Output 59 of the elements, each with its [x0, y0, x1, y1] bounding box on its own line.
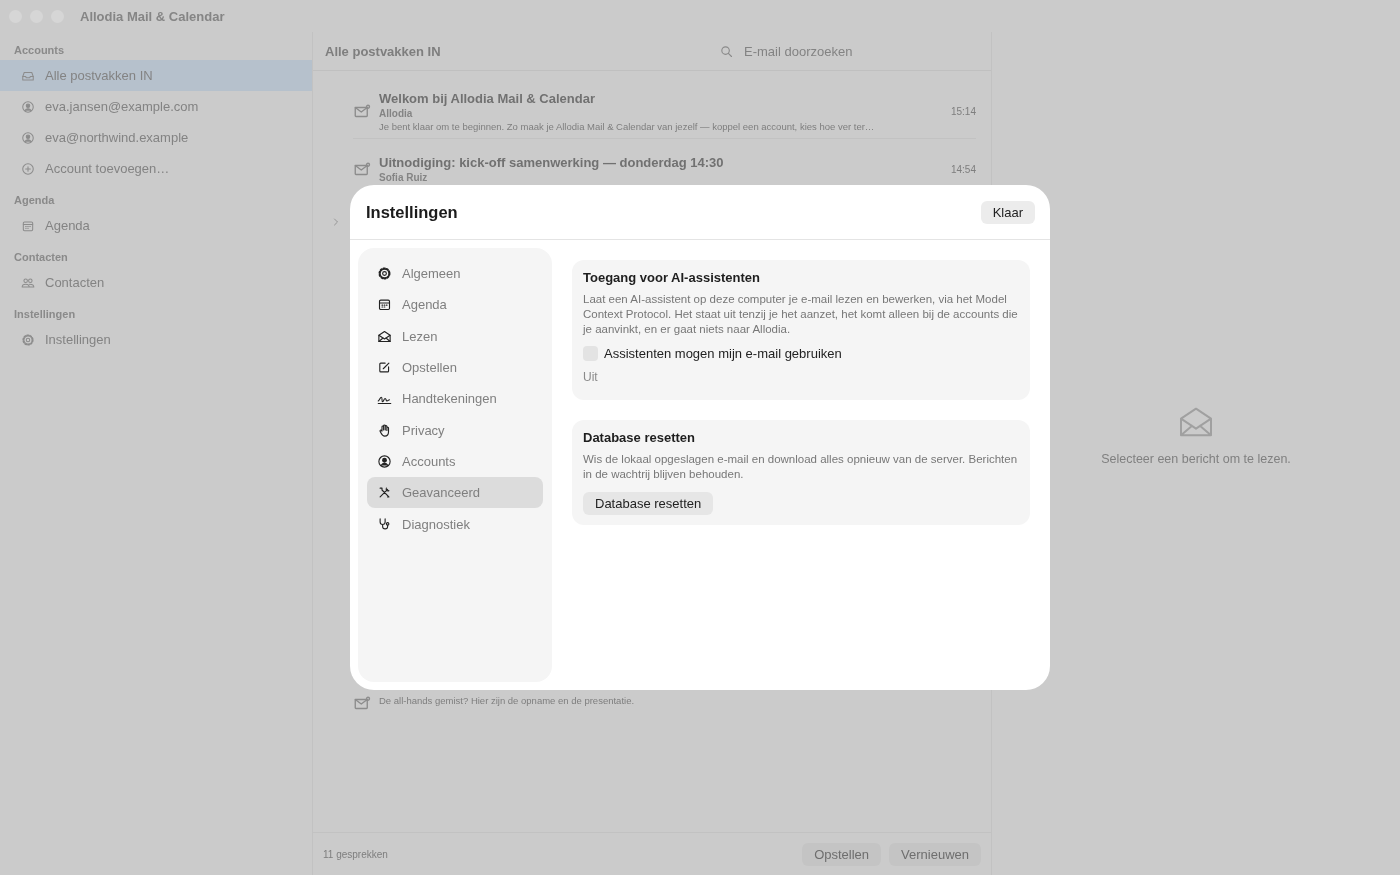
sidebar-item[interactable]: Agenda [0, 210, 312, 241]
calendar-icon [21, 218, 35, 233]
sidebar-item[interactable]: Instellingen [0, 324, 312, 355]
message-preview: De all-hands gemist? Hier zijn de opname en de presentatie. [379, 695, 636, 706]
sidebar-item[interactable]: eva.jansen@example.com [0, 91, 312, 122]
settings-nav-item[interactable]: Geavanceerd [367, 477, 543, 509]
status-text: Uit [583, 370, 599, 386]
message-preview: Je bent klaar om te beginnen. Zo maak je Allodia Mail & Calendar van jezelf — koppel een account, kies hoe ver ter… [379, 121, 876, 132]
toolbar-button[interactable]: Vernieuwen [889, 842, 981, 866]
done-button[interactable]: Klaar [980, 200, 1035, 224]
checkbox-label: Assistenten mogen mijn e-mail gebruiken [604, 346, 842, 361]
settings-nav-item[interactable]: Lezen [367, 320, 543, 352]
message-time: 14:54 [950, 164, 976, 175]
settings-nav-item[interactable]: Accounts [367, 445, 543, 478]
settings-nav-item[interactable]: Privacy [367, 414, 543, 446]
calendar-icon [377, 297, 392, 313]
section-heading: Accounts [13, 43, 66, 58]
stethoscope-icon [377, 516, 392, 532]
person-icon [21, 99, 35, 114]
message-subject: Uitnodiging: kick-off samenwerking — donderdag 14:30 [379, 154, 725, 170]
search-field[interactable]: E-mail doorzoeken [742, 42, 926, 60]
settings-nav-item[interactable]: Agenda [367, 289, 543, 321]
search-icon [719, 43, 734, 59]
section-heading: Instellingen [13, 307, 77, 322]
message-sender: Sofia Ruiz [379, 171, 429, 183]
sidebar-item[interactable]: eva@northwind.example [0, 122, 312, 153]
gear-icon [21, 332, 35, 347]
sidebar-item[interactable]: Account toevoegen… [0, 153, 312, 184]
person-icon [377, 453, 392, 469]
hand-icon [377, 422, 392, 438]
sidebar-item[interactable]: Contacten [0, 267, 312, 298]
settings-nav-item[interactable]: Opstellen [367, 351, 543, 384]
message-time: 15:14 [950, 106, 976, 117]
list-title: Alle postvakken IN [325, 43, 441, 59]
section-heading: Agenda [13, 193, 56, 208]
compose-icon [377, 360, 392, 376]
sidebar-item[interactable]: Alle postvakken IN [0, 60, 312, 91]
tools-icon [377, 485, 392, 501]
card-description: Laat een AI-assistent op deze computer je e-mail lezen en bewerken, via het Model Context Protocol. Het staat uit tenzij je het aanzet, het komt alleen bij de accounts die je aanvinkt, en er gaat niets naar Allodia. [583, 292, 1019, 337]
card-description: Wis de lokaal opgeslagen e-mail en download alles opnieuw van de server. Berichten in de wachtrij blijven behouden. [583, 452, 1019, 482]
settings-nav-item[interactable]: Algemeen [367, 258, 543, 290]
window-title: Allodia Mail & Calendar [80, 8, 225, 24]
gear-icon [377, 266, 392, 282]
dialog-title: Instellingen [366, 202, 458, 222]
person-icon [21, 130, 35, 145]
people-icon [21, 275, 35, 290]
conversation-count: 11 gesprekken [323, 848, 388, 860]
empty-state-text: Selecteer een bericht om te lezen. [1101, 451, 1291, 466]
plus-icon [21, 161, 35, 176]
open-envelope-icon [377, 328, 392, 344]
message-sender: Allodia [379, 108, 414, 119]
settings-nav-item[interactable]: Handtekeningen [367, 383, 543, 415]
settings-nav-item[interactable]: Diagnostiek [367, 508, 543, 540]
message-subject: Welkom bij Allodia Mail & Calendar [379, 91, 596, 106]
toolbar-button[interactable]: Opstellen [802, 842, 882, 866]
reset-button[interactable]: Database resetten [583, 492, 714, 515]
section-heading: Contacten [13, 250, 69, 265]
card-title: Toegang voor AI-assistenten [583, 270, 761, 285]
card-title: Database resetten [583, 430, 696, 445]
